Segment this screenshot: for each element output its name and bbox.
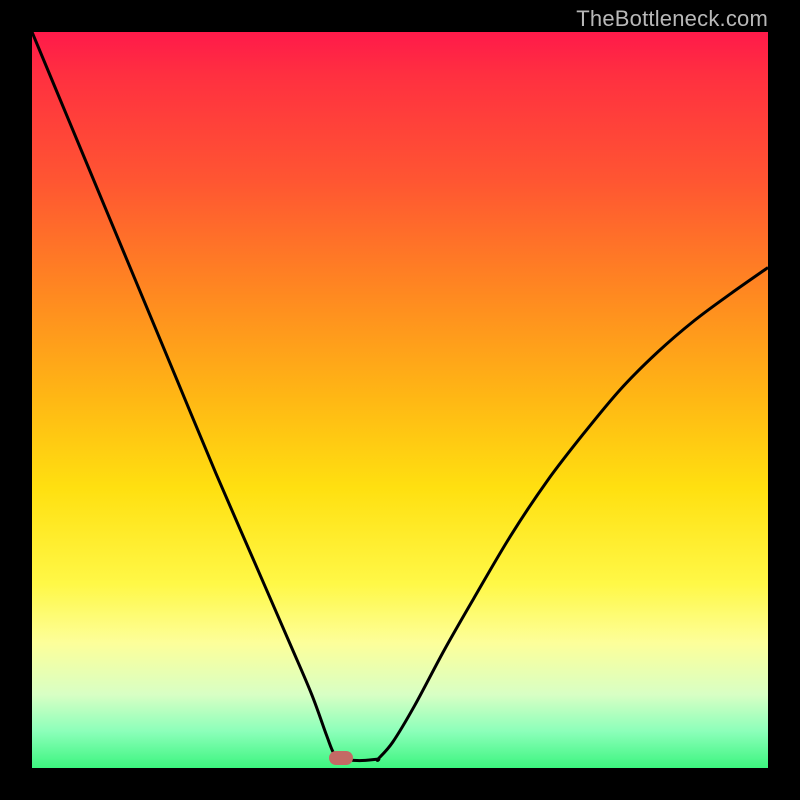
optimum-marker (329, 751, 353, 765)
chart-frame: TheBottleneck.com (0, 0, 800, 800)
bottleneck-curve (32, 32, 768, 768)
plot-area (32, 32, 768, 768)
watermark-text: TheBottleneck.com (576, 6, 768, 32)
